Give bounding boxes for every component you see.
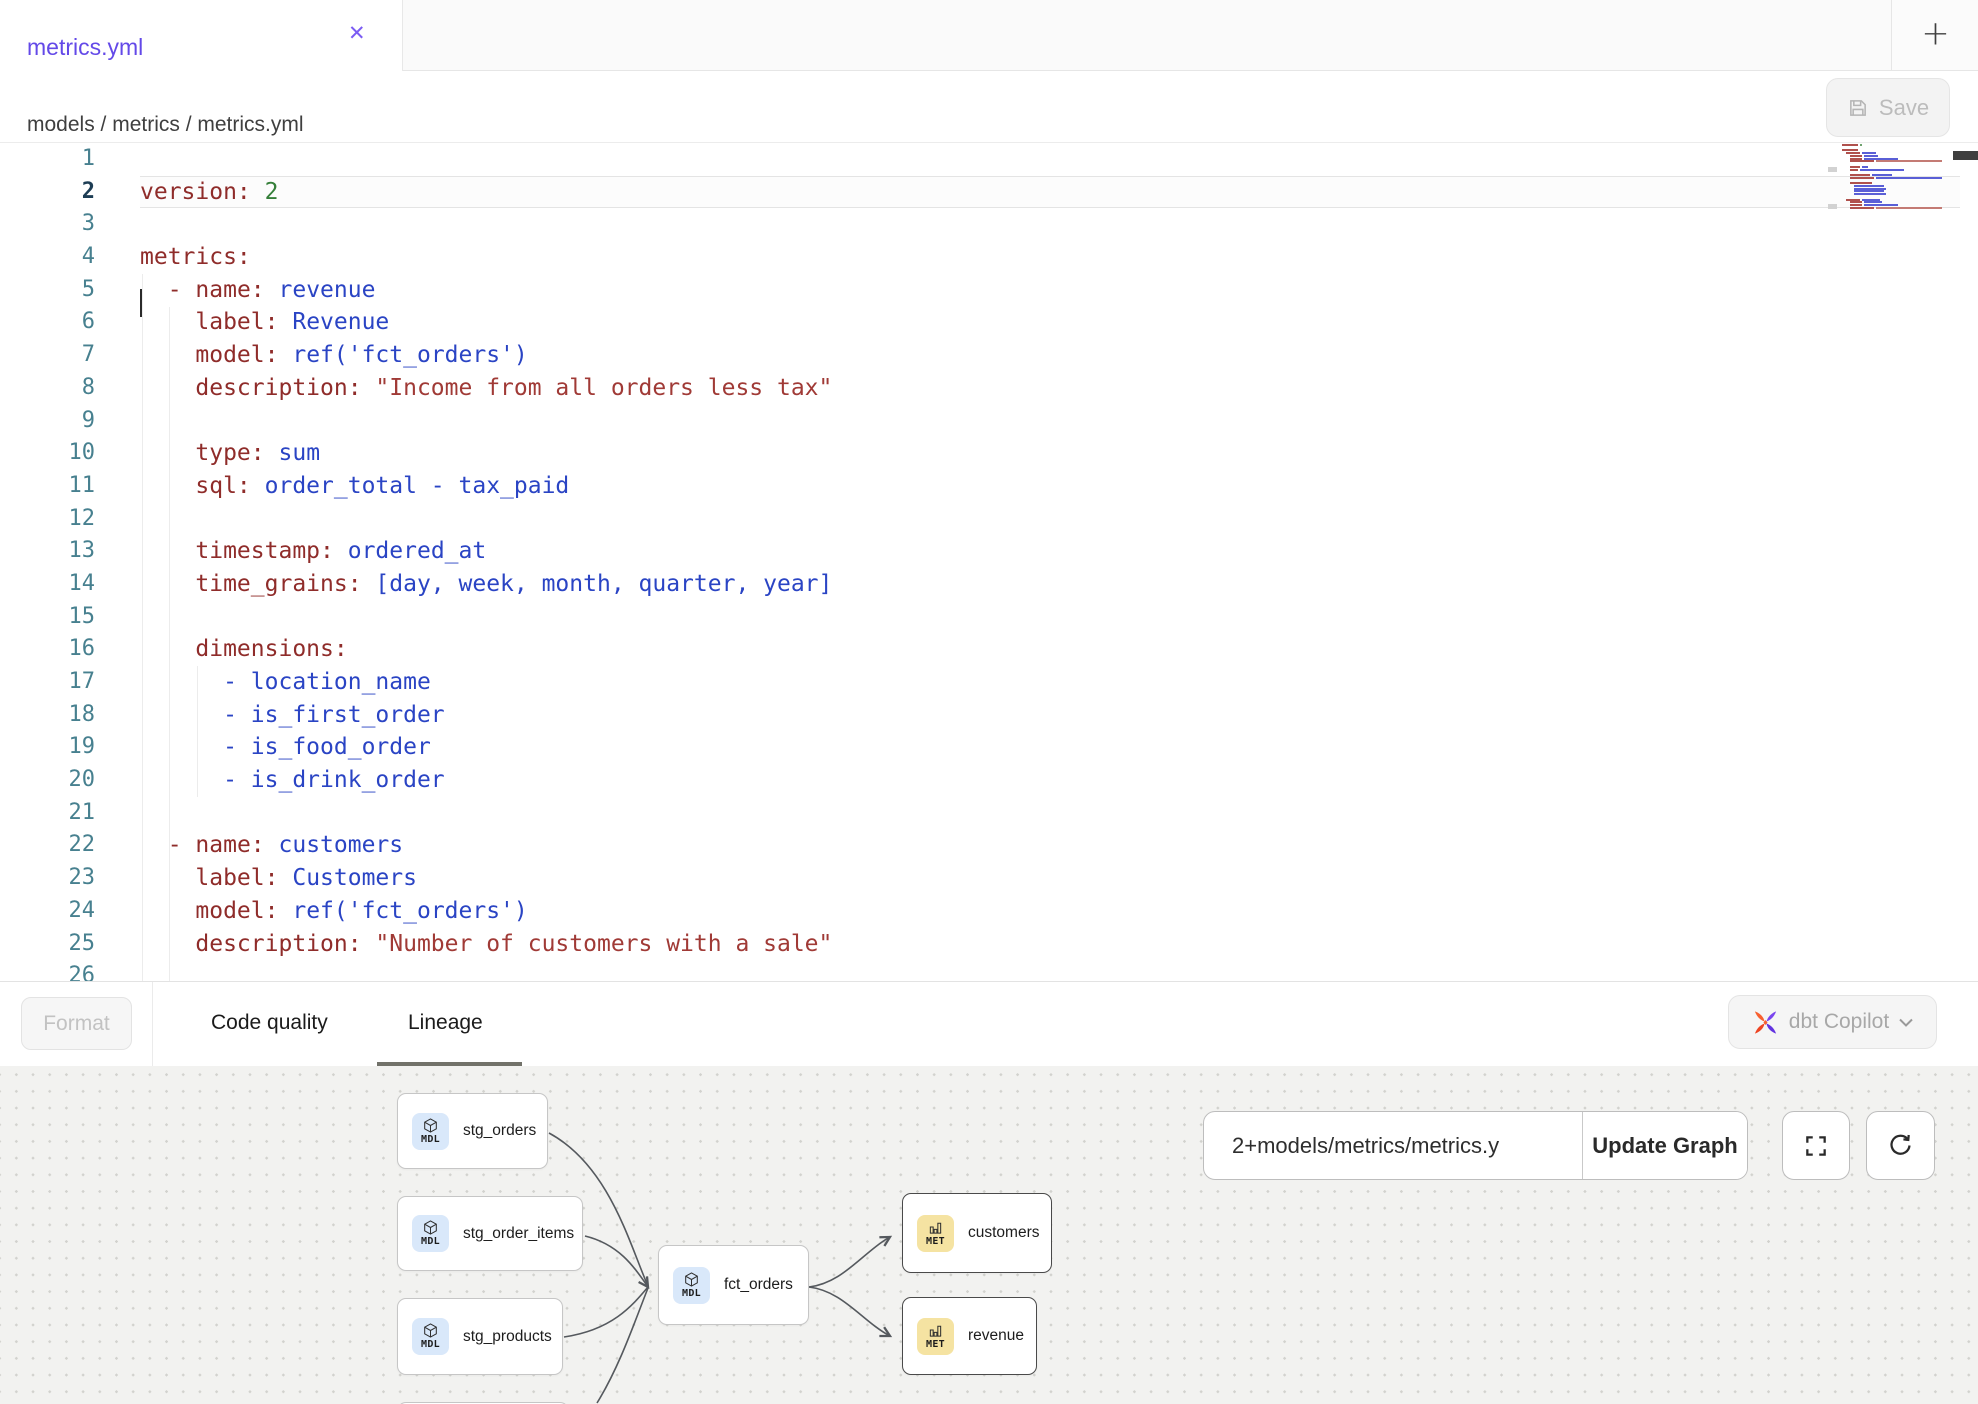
indent-guide [169,307,170,981]
badge-label: MDL [682,1288,701,1299]
cube-icon [423,1323,438,1338]
node-badge: MET [917,1215,954,1252]
code-line: 3 [0,208,1978,241]
chevron-down-icon [1899,1018,1913,1027]
tab-metrics-yml[interactable]: metrics.yml ✕ [0,0,403,71]
cube-icon [684,1272,699,1287]
new-tab-button[interactable]: + [1891,0,1978,71]
code-lines: 12version: 234metrics:5 - name: revenue6… [0,143,1978,982]
toolbar-divider [152,982,153,1066]
code-line: 23 label: Customers [0,862,1978,895]
code-line: 4metrics: [0,241,1978,274]
refresh-button[interactable] [1866,1111,1935,1180]
code-line: 14 time_grains: [day, week, month, quart… [0,568,1978,601]
node-label: fct_orders [724,1276,793,1294]
node-label: stg_orders [463,1122,536,1140]
badge-label: MDL [421,1339,440,1350]
ide-window: metrics.yml ✕ + models / metrics / metri… [0,0,1978,1404]
code-line: 21 [0,797,1978,830]
node-label: customers [968,1224,1040,1242]
minimap[interactable] [1842,144,1946,212]
code-line: 8 description: "Income from all orders l… [0,372,1978,405]
code-line: 11 sql: order_total - tax_paid [0,470,1978,503]
node-label: stg_products [463,1328,552,1346]
code-line: 17 - location_name [0,666,1978,699]
code-line: 16 dimensions: [0,633,1978,666]
minimap-tick [1828,204,1837,209]
copilot-icon [1752,1009,1779,1036]
code-editor[interactable]: 12version: 234metrics:5 - name: revenue6… [0,143,1978,982]
selector-group: Update Graph [1203,1111,1748,1180]
save-label: Save [1879,95,1929,121]
bottom-toolbar: Format Code quality Lineage dbt Copilot [0,982,1978,1067]
code-line: 20 - is_drink_order [0,764,1978,797]
lineage-canvas[interactable]: MDL stg_orders MDL stg_order_items MDL stg_pr… [0,1066,1978,1404]
node-badge: MDL [412,1318,449,1355]
code-line: 18 - is_first_order [0,699,1978,732]
refresh-icon [1887,1132,1914,1159]
badge-label: MET [926,1236,945,1247]
tab-strip-empty [403,0,1891,71]
code-line: 19 - is_food_order [0,731,1978,764]
indent-guide [142,274,143,981]
code-line: 25 description: "Number of customers wit… [0,928,1978,961]
tab-lineage[interactable]: Lineage [408,1011,483,1035]
node-badge: MDL [412,1215,449,1252]
code-line: 7 model: ref('fct_orders') [0,339,1978,372]
node-badge: MDL [673,1267,710,1304]
lineage-node-revenue[interactable]: MET revenue [902,1297,1037,1375]
format-button[interactable]: Format [21,997,132,1050]
badge-label: MDL [421,1134,440,1145]
lineage-node-fct_orders[interactable]: MDL fct_orders [658,1245,809,1325]
lineage-node-stg_order_items[interactable]: MDL stg_order_items [397,1196,583,1271]
dbt-copilot-button[interactable]: dbt Copilot [1728,995,1937,1049]
fullscreen-icon [1803,1133,1829,1159]
floppy-icon [1847,97,1869,119]
tab-strip: metrics.yml ✕ + [0,0,1978,71]
text-cursor [140,289,142,317]
code-line: 22 - name: customers [0,829,1978,862]
copilot-label: dbt Copilot [1789,1010,1889,1034]
indent-guide [197,666,198,797]
save-button[interactable]: Save [1826,78,1950,137]
tab-code-quality[interactable]: Code quality [211,1011,328,1035]
fullscreen-button[interactable] [1782,1111,1850,1180]
code-line: 12 [0,503,1978,536]
tab-label: metrics.yml [27,34,143,61]
code-line: 6 label: Revenue [0,306,1978,339]
code-line: 26 [0,960,1978,982]
code-line: 10 type: sum [0,437,1978,470]
close-icon[interactable]: ✕ [348,23,366,44]
bar-chart-icon [928,1220,943,1235]
cube-icon [423,1220,438,1235]
code-line: 24 model: ref('fct_orders') [0,895,1978,928]
badge-label: MET [926,1339,945,1350]
update-graph-button[interactable]: Update Graph [1582,1112,1747,1179]
code-line: 2version: 2 [0,176,1978,209]
node-label: stg_order_items [463,1225,574,1243]
cube-icon [423,1118,438,1133]
code-line: 15 [0,601,1978,634]
breadcrumb: models / metrics / metrics.yml [27,113,304,137]
selector-input[interactable] [1204,1112,1582,1179]
code-line: 5 - name: revenue [0,274,1978,307]
scrollbar-thumb[interactable] [1953,151,1978,160]
breadcrumb-bar: models / metrics / metrics.yml Save [0,71,1978,143]
node-badge: MET [917,1318,954,1355]
minimap-tick [1828,167,1837,172]
code-line: 13 timestamp: ordered_at [0,535,1978,568]
plus-icon: + [1921,13,1950,53]
lineage-node-customers[interactable]: MET customers [902,1193,1052,1273]
node-label: revenue [968,1327,1024,1345]
badge-label: MDL [421,1236,440,1247]
code-line: 1 [0,143,1978,176]
bar-chart-icon [928,1323,943,1338]
lineage-node-stg_orders[interactable]: MDL stg_orders [397,1093,548,1169]
code-line: 9 [0,405,1978,438]
node-badge: MDL [412,1113,449,1150]
lineage-node-stg_products[interactable]: MDL stg_products [397,1298,563,1375]
